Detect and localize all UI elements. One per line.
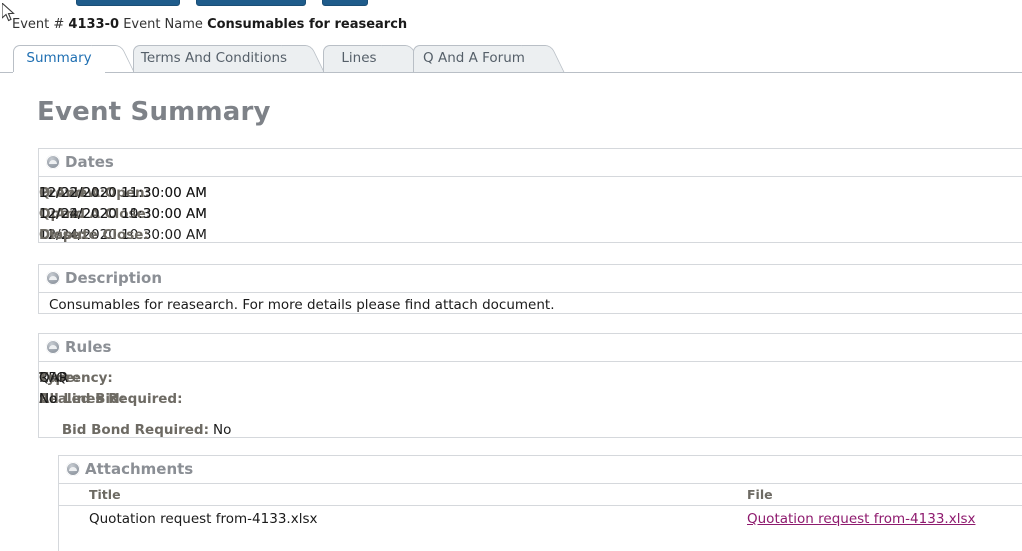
column-header-file: File xyxy=(717,484,1022,506)
description-section-title: Description xyxy=(65,269,163,287)
attachment-file-link[interactable]: Quotation request from-4133.xlsx xyxy=(747,511,975,527)
all-lines-required-value: No xyxy=(39,391,58,407)
attachments-section-header[interactable]: Attachments xyxy=(59,456,1022,484)
field-row: Sealed Bid: No All Lines Required: No xyxy=(39,391,1022,412)
dispute-close-label: Dispute Close: xyxy=(39,227,149,243)
dates-section: Dates Preview: 12/22/2020 11:30:00 AM Q … xyxy=(38,148,1022,243)
attachments-section: Attachments Title File Quotation request… xyxy=(58,455,1022,551)
tab-terms-label: Terms And Conditions xyxy=(140,50,288,66)
decline-button[interactable]: Decline Invitation xyxy=(196,0,306,6)
tab-lines-label: Lines xyxy=(341,50,377,66)
description-section: Description Consumables for reasearch. F… xyxy=(38,264,1022,314)
action-button-bar: Accept Invitation Decline Invitation Bac… xyxy=(0,0,1022,6)
description-section-header[interactable]: Description xyxy=(39,265,1022,293)
event-summary-page: Accept Invitation Decline Invitation Bac… xyxy=(0,0,1022,551)
tab-lines[interactable]: Lines xyxy=(323,45,425,73)
field-row: Open: 12/22/2020 11:30:00 AM Q And A Clo… xyxy=(39,206,1022,227)
dates-section-title: Dates xyxy=(65,153,114,171)
tab-summary-label: Summary xyxy=(26,50,92,66)
tab-summary[interactable]: Summary xyxy=(13,45,135,73)
rules-fields: Type: RFQ Currency: QAR Sealed Bid: No A… xyxy=(39,362,1022,453)
tab-bar: Summary Terms And Conditions Lines Q And… xyxy=(0,45,1022,73)
column-header-title: Title xyxy=(59,484,717,506)
bid-bond-required-value: No xyxy=(213,422,232,438)
tab-qa-label: Q And A Forum xyxy=(423,50,525,66)
rules-section: Rules Type: RFQ Currency: QAR Sealed Bid… xyxy=(38,333,1022,438)
table-header-row: Title File xyxy=(59,484,1022,506)
attachment-file-cell: Quotation request from-4133.xlsx xyxy=(717,506,1022,533)
field-row-spacer xyxy=(39,412,1022,422)
all-lines-required-label: All Lines Required: xyxy=(39,391,183,407)
field-row: Bid Bond Required: No xyxy=(39,422,1022,443)
dates-fields: Preview: 12/22/2020 11:30:00 AM Q And A … xyxy=(39,177,1022,258)
bid-bond-required-label: Bid Bond Required: xyxy=(61,422,209,438)
event-name-value: Consumables for reasearch xyxy=(207,17,408,32)
collapse-icon[interactable] xyxy=(46,155,60,169)
description-text: Consumables for reasearch. For more deta… xyxy=(49,297,555,313)
event-number-value: 4133-0 xyxy=(68,17,120,32)
rules-section-header[interactable]: Rules xyxy=(39,334,1022,362)
collapse-icon[interactable] xyxy=(66,462,80,476)
field-row: Preview: 12/22/2020 11:30:00 AM Q And A … xyxy=(39,185,1022,206)
collapse-icon[interactable] xyxy=(46,340,60,354)
qa-close-value: 12/24/2020 10:30:00 AM xyxy=(39,206,207,222)
field-row: Type: RFQ Currency: QAR xyxy=(39,370,1022,391)
back-button[interactable]: Back xyxy=(322,0,368,6)
field-row: Close: 12/24/2020 10:30:00 AM Dispute Cl… xyxy=(39,227,1022,248)
page-title: Event Summary xyxy=(37,97,271,127)
accept-button[interactable]: Accept Invitation xyxy=(76,0,180,6)
event-number-label: Event # xyxy=(12,17,65,32)
tab-terms-and-conditions[interactable]: Terms And Conditions xyxy=(133,45,325,73)
attachments-table: Title File Quotation request from-4133.x… xyxy=(59,484,1022,532)
attachment-title: Quotation request from-4133.xlsx xyxy=(89,511,318,527)
dates-section-header[interactable]: Dates xyxy=(39,149,1022,177)
event-name-label: Event Name xyxy=(123,17,203,32)
rules-section-title: Rules xyxy=(65,338,112,356)
table-row: Quotation request from-4133.xlsx Quotati… xyxy=(59,506,1022,533)
currency-value: QAR xyxy=(39,370,69,386)
qa-open-value: 12/22/2020 11:30:00 AM xyxy=(39,185,207,201)
attachments-section-title: Attachments xyxy=(85,460,194,478)
tab-q-and-a-forum[interactable]: Q And A Forum xyxy=(413,45,565,73)
event-header: Event # 4133-0 Event Name Consumables fo… xyxy=(12,17,407,32)
collapse-icon[interactable] xyxy=(46,271,60,285)
